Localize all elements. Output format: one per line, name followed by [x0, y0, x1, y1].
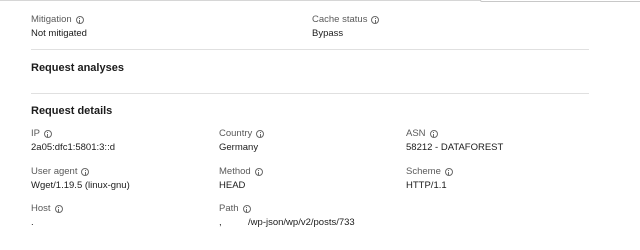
request-details-title: Request details	[31, 105, 113, 117]
info-icon[interactable]	[256, 130, 265, 138]
info-icon[interactable]	[371, 16, 380, 24]
info-icon[interactable]	[242, 205, 251, 213]
info-icon[interactable]	[54, 205, 63, 213]
path-field: Path , /wp-json/wp/v2/posts/733	[219, 203, 355, 229]
section-divider	[31, 49, 589, 50]
ip-label: IP	[31, 128, 40, 139]
section-divider	[31, 93, 589, 94]
info-icon[interactable]	[429, 130, 438, 138]
method-label: Method	[219, 166, 251, 177]
top-right-control-edge[interactable]	[480, 0, 640, 2]
request-analyses-title[interactable]: Request analyses	[31, 61, 124, 75]
info-icon[interactable]	[254, 168, 263, 176]
method-value: HEAD	[219, 180, 246, 191]
path-label: Path	[219, 203, 239, 214]
scheme-field: Scheme HTTP/1.1	[406, 166, 453, 192]
ip-value: 2a05:dfc1:5801:3::d	[31, 142, 115, 153]
scheme-value: HTTP/1.1	[406, 180, 447, 191]
user-agent-label: User agent	[31, 166, 78, 177]
cache-status-value: Bypass	[312, 28, 344, 39]
asn-field: ASN 58212 - DATAFOREST	[406, 128, 503, 154]
info-icon[interactable]	[75, 16, 84, 24]
asn-value: 58212 - DATAFOREST	[406, 142, 504, 153]
cache-status-field: Cache status Bypass	[312, 14, 380, 40]
info-icon[interactable]	[444, 168, 453, 176]
country-value: Germany	[219, 142, 259, 153]
user-agent-value: Wget/1.19.5 (linux-gnu)	[31, 180, 130, 191]
country-field: Country Germany	[219, 128, 265, 154]
method-field: Method HEAD	[219, 166, 263, 192]
scheme-label: Scheme	[406, 166, 441, 177]
host-label: Host	[31, 203, 51, 214]
country-label: Country	[219, 128, 253, 139]
user-agent-field: User agent Wget/1.19.5 (linux-gnu)	[31, 166, 130, 192]
mitigation-field: Mitigation Not mitigated	[31, 14, 87, 40]
ip-field: IP 2a05:dfc1:5801:3::d	[31, 128, 115, 154]
cache-status-label: Cache status	[312, 14, 368, 25]
info-icon[interactable]	[81, 168, 90, 176]
info-icon[interactable]	[43, 130, 52, 138]
mitigation-value: Not mitigated	[31, 28, 87, 39]
host-value: .	[31, 217, 34, 228]
asn-label: ASN	[406, 128, 426, 139]
path-value: , /wp-json/wp/v2/posts/733	[219, 217, 355, 228]
host-field: Host .	[31, 203, 63, 229]
mitigation-label: Mitigation	[31, 14, 72, 25]
